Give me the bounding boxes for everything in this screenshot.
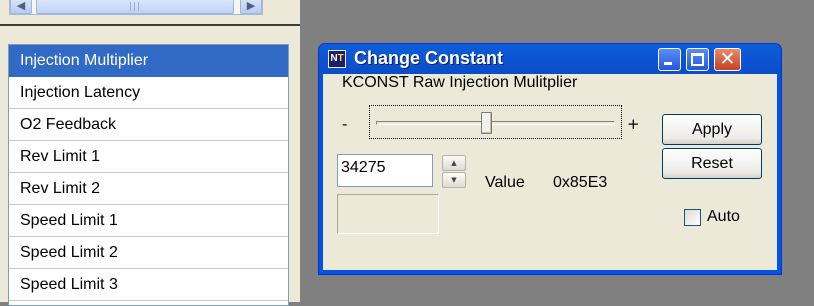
auto-checkbox[interactable] bbox=[684, 209, 701, 226]
close-icon: ✕ bbox=[719, 48, 736, 70]
value-input[interactable]: 34275 bbox=[337, 154, 433, 187]
list-item[interactable]: Speed Limit 2 bbox=[9, 237, 288, 269]
close-button[interactable]: ✕ bbox=[714, 48, 741, 71]
spin-up-icon[interactable]: ▲ bbox=[442, 155, 466, 171]
spin-down-icon[interactable]: ▼ bbox=[442, 172, 466, 188]
scroll-left-icon[interactable]: ◀ bbox=[10, 0, 32, 14]
list-item[interactable]: Speed Limit 1 bbox=[9, 205, 288, 237]
value-spinner[interactable]: ▲ ▼ bbox=[442, 155, 466, 188]
slider-min-label: - bbox=[342, 115, 348, 133]
value-label: Value bbox=[485, 174, 525, 191]
scroll-right-icon[interactable]: ▶ bbox=[240, 0, 262, 14]
value-slider[interactable] bbox=[369, 105, 622, 139]
constants-pane: ◀ ||| ▶ Injection Multiplier Injection L… bbox=[0, 0, 300, 306]
status-box bbox=[337, 194, 439, 234]
scroll-grip-icon: ||| bbox=[129, 2, 142, 12]
hex-value: 0x85E3 bbox=[553, 174, 608, 191]
list-item[interactable]: Rev Limit 2 bbox=[9, 173, 288, 205]
change-constant-dialog: NT Change Constant ✕ KCONST Raw Injectio… bbox=[318, 43, 782, 275]
dialog-body: KCONST Raw Injection Mulitplier - + Appl… bbox=[323, 74, 777, 270]
horizontal-scrollbar[interactable]: ◀ ||| ▶ bbox=[9, 0, 263, 15]
minimize-icon bbox=[664, 62, 672, 65]
list-item[interactable]: O2 Feedback bbox=[9, 109, 288, 141]
maximize-button[interactable] bbox=[686, 48, 709, 71]
dialog-title: Change Constant bbox=[354, 48, 504, 68]
scroll-thumb[interactable]: ||| bbox=[36, 0, 234, 14]
dialog-titlebar[interactable]: NT Change Constant ✕ bbox=[319, 44, 781, 74]
maximize-icon bbox=[691, 53, 704, 66]
nt-app-icon: NT bbox=[328, 50, 346, 68]
list-item[interactable]: Speed Limit 3 bbox=[9, 269, 288, 301]
list-item[interactable]: Rev Limit 1 bbox=[9, 141, 288, 173]
list-item[interactable]: Injection Multiplier bbox=[9, 45, 288, 77]
constants-list[interactable]: Injection Multiplier Injection Latency O… bbox=[8, 44, 289, 306]
slider-max-label: + bbox=[627, 115, 640, 133]
list-item[interactable]: Injection Latency bbox=[9, 77, 288, 109]
slider-track bbox=[376, 121, 615, 125]
apply-button[interactable]: Apply bbox=[662, 114, 762, 145]
constant-label: KCONST Raw Injection Mulitplier bbox=[342, 74, 578, 91]
pane-divider bbox=[0, 24, 300, 26]
slider-thumb[interactable] bbox=[480, 112, 492, 134]
reset-button[interactable]: Reset bbox=[662, 148, 762, 179]
auto-label[interactable]: Auto bbox=[707, 208, 740, 226]
minimize-button[interactable] bbox=[658, 48, 681, 71]
